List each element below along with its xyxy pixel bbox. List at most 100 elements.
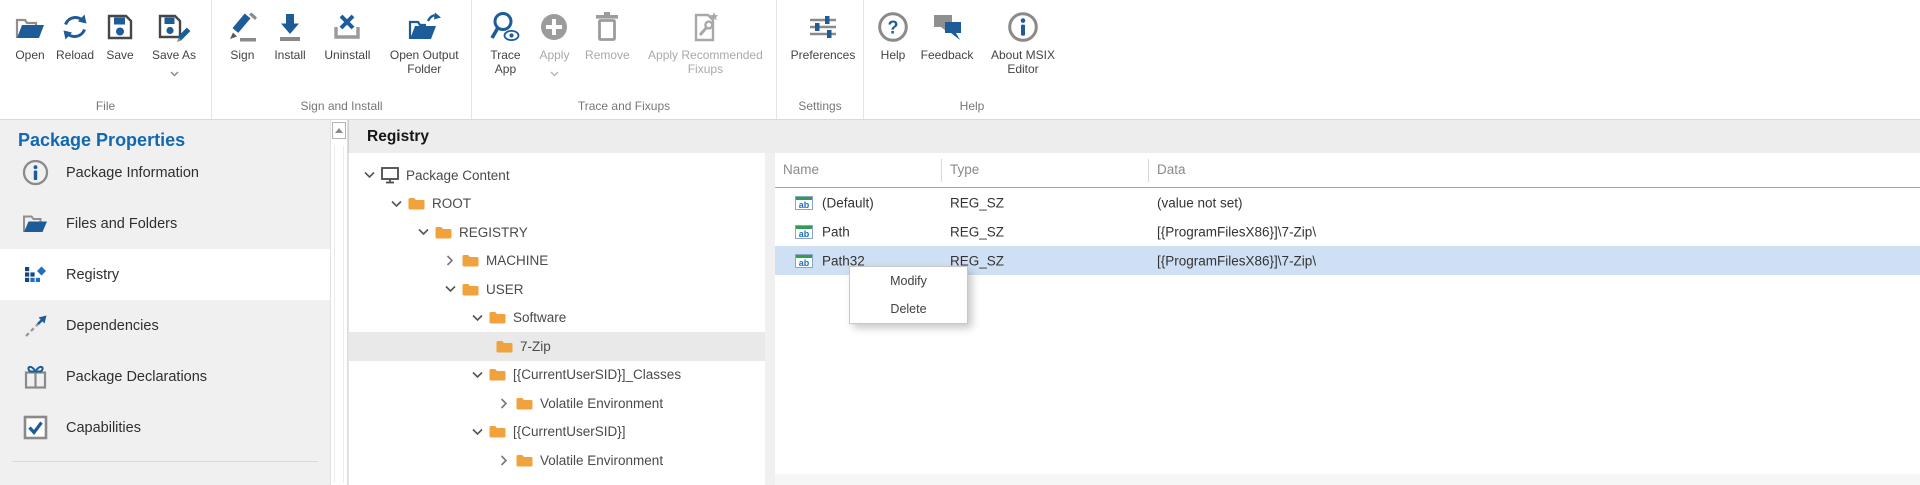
sidebar-scrollbar[interactable] — [330, 120, 348, 485]
page-title: Registry — [367, 128, 429, 146]
tree-item-label: [{CurrentUserSID}]_Classes — [513, 367, 681, 382]
value-data: [{ProgramFilesX86}]\7-Zip\ — [1157, 224, 1316, 239]
chevron-expanded-icon[interactable] — [361, 171, 377, 179]
sidebar-divider — [12, 461, 318, 462]
sidebar-item-label: Package Information — [66, 165, 199, 181]
registry-blocks-icon — [22, 262, 49, 287]
chevron-expanded-icon[interactable] — [388, 200, 404, 208]
about-msix-editor-button[interactable]: About MSIX Editor — [980, 5, 1066, 76]
apply-plus-icon — [538, 8, 570, 46]
trace-app-button[interactable]: Trace App — [480, 5, 531, 76]
apply-button[interactable]: Apply — [531, 5, 578, 70]
column-header-data[interactable]: Data — [1157, 162, 1186, 177]
registry-page-header: Registry — [348, 120, 1920, 153]
chevron-collapsed-icon[interactable] — [496, 398, 512, 409]
folder-icon — [435, 226, 452, 239]
remove-button-label: Remove — [585, 48, 630, 62]
gift-box-icon — [22, 363, 49, 390]
open-output-folder-icon — [407, 8, 441, 46]
open-button-label: Open — [15, 48, 44, 62]
install-button[interactable]: Install — [265, 5, 316, 62]
tree-item-machine[interactable]: MACHINE — [349, 247, 765, 276]
scrollbar-track[interactable] — [334, 146, 344, 483]
chevron-expanded-icon[interactable] — [469, 371, 485, 379]
table-horizontal-scrollbar[interactable] — [775, 474, 1920, 485]
column-header-type[interactable]: Type — [950, 162, 979, 177]
table-header: Name Type Data — [775, 153, 1920, 188]
ribbon-group-file: Open Reload Save Save As — [0, 0, 212, 119]
remove-button[interactable]: Remove — [578, 5, 637, 62]
chevron-collapsed-icon[interactable] — [442, 255, 458, 266]
uninstall-button-label: Uninstall — [324, 48, 370, 62]
sidebar-item-registry[interactable]: Registry — [0, 249, 330, 300]
tree-item-currentusersid[interactable]: [{CurrentUserSID}] — [349, 418, 765, 447]
context-menu-item-modify[interactable]: Modify — [850, 267, 967, 295]
folder-icon — [489, 311, 506, 324]
sidebar-item-capabilities[interactable]: Capabilities — [0, 402, 330, 453]
reload-button[interactable]: Reload — [52, 5, 98, 62]
tree-item-7zip[interactable]: 7-Zip — [349, 332, 765, 361]
help-button[interactable]: ? Help — [872, 5, 914, 62]
open-output-folder-button-label: Open Output Folder — [380, 48, 469, 76]
open-button[interactable]: Open — [8, 5, 52, 62]
monitor-icon — [381, 167, 399, 184]
tree-item-label: [{CurrentUserSID}] — [513, 424, 626, 439]
sidebar-item-package-declarations[interactable]: Package Declarations — [0, 351, 330, 402]
chevron-expanded-icon[interactable] — [442, 285, 458, 293]
chevron-collapsed-icon[interactable] — [496, 455, 512, 466]
uninstall-button[interactable]: Uninstall — [315, 5, 379, 62]
table-row-default[interactable]: ab (Default) REG_SZ (value not set) — [775, 188, 1920, 217]
panel-splitter[interactable] — [765, 153, 775, 485]
tree-item-software[interactable]: Software — [349, 304, 765, 333]
about-msix-editor-button-label: About MSIX Editor — [980, 48, 1066, 76]
sign-button[interactable]: Sign — [220, 5, 265, 62]
apply-recommended-fixups-button[interactable]: Apply Recommended Fixups — [637, 5, 774, 76]
uninstall-x-icon — [332, 8, 362, 46]
sidebar-item-package-information[interactable]: Package Information — [0, 147, 330, 198]
tree-item-volatile-environment-2[interactable]: Volatile Environment — [349, 446, 765, 475]
value-type: REG_SZ — [950, 224, 1004, 239]
sidebar-item-label: Package Declarations — [66, 369, 207, 385]
preferences-button[interactable]: Preferences — [785, 5, 861, 62]
chevron-down-icon[interactable] — [170, 64, 179, 70]
checkbox-icon — [22, 415, 49, 440]
value-name: Path — [822, 224, 850, 239]
preferences-sliders-icon — [807, 8, 839, 46]
up-arrow-icon — [335, 128, 343, 133]
save-button-label: Save — [106, 48, 133, 62]
chevron-expanded-icon[interactable] — [469, 314, 485, 322]
save-as-button[interactable]: Save As — [142, 5, 206, 70]
tree-item-root[interactable]: ROOT — [349, 190, 765, 219]
feedback-button[interactable]: Feedback — [914, 5, 980, 62]
folder-icon — [489, 368, 506, 381]
column-header-name[interactable]: Name — [783, 162, 819, 177]
sidebar-item-label: Files and Folders — [66, 216, 177, 232]
tree-item-volatile-environment-1[interactable]: Volatile Environment — [349, 389, 765, 418]
folder-icon — [489, 425, 506, 438]
chevron-expanded-icon[interactable] — [415, 228, 431, 236]
tree-item-registry[interactable]: REGISTRY — [349, 218, 765, 247]
value-data: (value not set) — [1157, 195, 1243, 210]
column-separator[interactable] — [941, 159, 942, 182]
save-button[interactable]: Save — [98, 5, 142, 62]
tree-item-package-content[interactable]: Package Content — [349, 161, 765, 190]
tree-item-currentusersid-classes[interactable]: [{CurrentUserSID}]_Classes — [349, 361, 765, 390]
scrollbar-up-arrow-button[interactable] — [332, 122, 346, 139]
ribbon-group-sign-install: Sign Install Uninstall Open Output Folde… — [212, 0, 472, 119]
chevron-expanded-icon[interactable] — [469, 428, 485, 436]
remove-trash-icon — [592, 8, 622, 46]
open-output-folder-button[interactable]: Open Output Folder — [380, 5, 469, 76]
sidebar-item-dependencies[interactable]: Dependencies — [0, 300, 330, 351]
column-separator[interactable] — [1148, 159, 1149, 182]
sign-pencil-icon — [226, 8, 258, 46]
sidebar-item-files-and-folders[interactable]: Files and Folders — [0, 198, 330, 249]
table-row-path[interactable]: ab Path REG_SZ [{ProgramFilesX86}]\7-Zip… — [775, 217, 1920, 246]
help-button-label: Help — [881, 48, 906, 62]
reg-sz-value-icon: ab — [795, 196, 813, 210]
reg-sz-value-icon: ab — [795, 254, 813, 268]
about-info-icon — [1007, 8, 1039, 46]
context-menu-item-delete[interactable]: Delete — [850, 295, 967, 323]
folder-icon — [516, 454, 533, 467]
tree-item-user[interactable]: USER — [349, 275, 765, 304]
package-properties-sidebar: Package Properties Package Information F… — [0, 120, 330, 485]
